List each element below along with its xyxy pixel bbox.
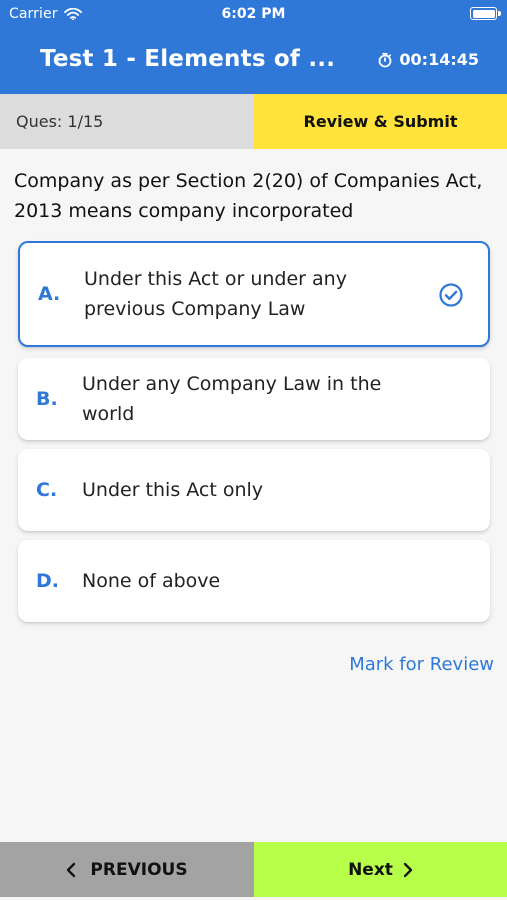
chevron-right-icon bbox=[403, 862, 413, 878]
status-time: 6:02 PM bbox=[221, 6, 286, 22]
next-button[interactable]: Next bbox=[254, 842, 507, 897]
option-letter: C. bbox=[36, 479, 58, 501]
previous-button[interactable]: PREVIOUS bbox=[0, 842, 254, 897]
timer-icon bbox=[377, 52, 393, 68]
timer: 00:14:45 bbox=[377, 50, 479, 69]
review-submit-button[interactable]: Review & Submit bbox=[254, 94, 507, 149]
option-d[interactable]: D. None of above bbox=[18, 540, 490, 622]
option-label: Under any Company Law in the world bbox=[82, 373, 382, 425]
previous-button-label: PREVIOUS bbox=[90, 859, 188, 880]
question-text: Company as per Section 2(20) of Companie… bbox=[14, 170, 483, 222]
option-c[interactable]: C. Under this Act only bbox=[18, 449, 490, 531]
test-title: Test 1 - Elements of ... bbox=[40, 46, 336, 72]
option-letter: D. bbox=[36, 570, 59, 592]
option-label: Under this Act or under any previous Com… bbox=[84, 268, 347, 320]
status-bar: Carrier 6:02 PM bbox=[0, 0, 507, 28]
question-info-bar: Ques: 1/15 Review & Submit bbox=[0, 94, 507, 149]
option-letter: A. bbox=[38, 283, 61, 305]
answer-options: A. Under this Act or under any previous … bbox=[18, 241, 490, 631]
battery-fill bbox=[472, 9, 495, 18]
mark-for-review-link[interactable]: Mark for Review bbox=[349, 654, 494, 675]
option-label: Under this Act only bbox=[82, 479, 264, 501]
next-button-label: Next bbox=[348, 859, 393, 880]
timer-value: 00:14:45 bbox=[399, 50, 479, 69]
battery-icon bbox=[470, 7, 501, 20]
check-circle-icon bbox=[438, 282, 464, 308]
option-a[interactable]: A. Under this Act or under any previous … bbox=[18, 241, 490, 347]
chevron-left-icon bbox=[66, 862, 76, 878]
app-bar: Test 1 - Elements of ... 00:14:45 bbox=[0, 30, 507, 94]
option-label: None of above bbox=[82, 570, 221, 592]
app-header: Carrier 6:02 PM Test 1 - Elements of ... bbox=[0, 0, 507, 94]
question-counter: Ques: 1/15 bbox=[0, 94, 254, 149]
option-letter: B. bbox=[36, 388, 58, 410]
quiz-screen: Carrier 6:02 PM Test 1 - Elements of ... bbox=[0, 0, 507, 900]
bottom-navigation: PREVIOUS Next bbox=[0, 842, 507, 897]
battery-tip bbox=[498, 11, 501, 16]
option-b[interactable]: B. Under any Company Law in the world bbox=[18, 358, 490, 440]
